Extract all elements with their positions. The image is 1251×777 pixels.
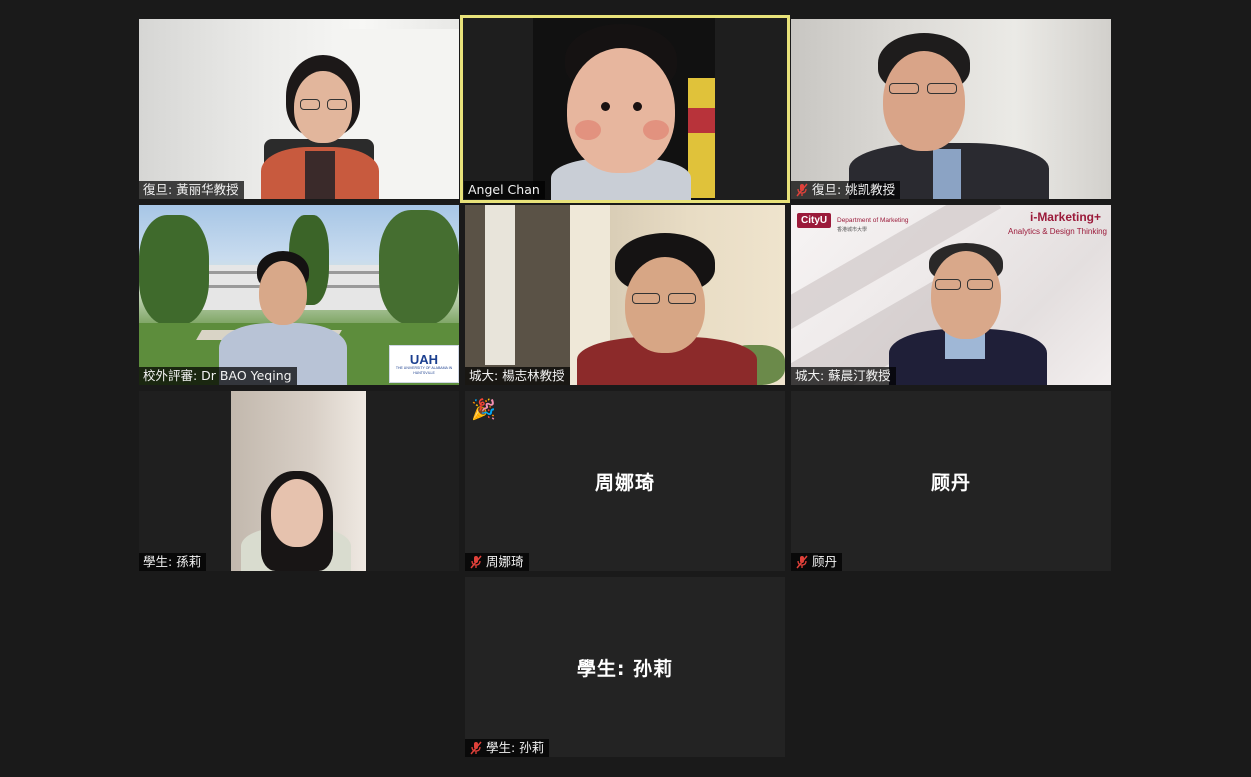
cityu-logo: CityU	[797, 213, 832, 228]
muted-mic-icon	[470, 555, 482, 569]
participant-display-name: 學生: 孙莉	[576, 657, 674, 680]
participant-tile-7[interactable]: 學生: 孫莉	[139, 391, 459, 571]
participant-name-label: 顾丹	[791, 553, 843, 571]
participant-tile-6[interactable]: CityU Department of Marketing 香港城市大學 i-M…	[791, 205, 1111, 385]
zoom-gallery-view: 復旦: 黃丽华教授 Angel Chan 復旦: 姚凯教授 UAH THE UN…	[0, 0, 1251, 777]
participant-name-label: Angel Chan	[464, 181, 545, 199]
participant-tile-5[interactable]: 城大: 楊志林教授	[465, 205, 785, 385]
imarketing-subtitle: Analytics & Design Thinking	[1007, 227, 1107, 236]
video-feed	[139, 19, 459, 199]
imarketing-title: i-Marketing+	[1029, 210, 1101, 224]
participant-name-label: 城大: 蘇晨汀教授	[791, 367, 896, 385]
participant-name-label: 周娜琦	[465, 553, 529, 571]
video-feed: CityU Department of Marketing 香港城市大學 i-M…	[791, 205, 1111, 385]
participant-tile-4[interactable]: UAH THE UNIVERSITY OF ALABAMA IN HUNTSVI…	[139, 205, 459, 385]
participant-tile-3[interactable]: 復旦: 姚凯教授	[791, 19, 1111, 199]
video-feed	[463, 18, 787, 200]
participant-tile-8[interactable]: 🎉 周娜琦 周娜琦	[465, 391, 785, 571]
participant-tile-9[interactable]: 顾丹 顾丹	[791, 391, 1111, 571]
participant-name-label: 學生: 孙莉	[465, 739, 550, 757]
video-feed	[465, 205, 785, 385]
uah-logo: UAH THE UNIVERSITY OF ALABAMA IN HUNTSVI…	[389, 345, 459, 383]
participant-name-label: 學生: 孫莉	[139, 553, 207, 571]
video-feed: UAH THE UNIVERSITY OF ALABAMA IN HUNTSVI…	[139, 205, 459, 385]
video-feed	[139, 391, 459, 571]
video-feed	[791, 19, 1111, 199]
participant-tile-active-speaker[interactable]: Angel Chan	[460, 15, 790, 203]
participant-display-name: 周娜琦	[594, 471, 655, 494]
participant-display-name: 顾丹	[930, 471, 971, 494]
participant-tile-10[interactable]: 學生: 孙莉 學生: 孙莉	[465, 577, 785, 757]
participant-name-label: 復旦: 姚凯教授	[791, 181, 901, 199]
muted-mic-icon	[796, 183, 808, 197]
participant-tile-1[interactable]: 復旦: 黃丽华教授	[139, 19, 459, 199]
muted-mic-icon	[470, 741, 482, 755]
department-sublabel: 香港城市大學	[837, 227, 868, 233]
participant-name-label: 復旦: 黃丽华教授	[139, 181, 244, 199]
participant-name-label: 城大: 楊志林教授	[465, 367, 570, 385]
participant-name-label: 校外評審: Dr BAO Yeqing	[139, 367, 297, 385]
department-label: Department of Marketing	[837, 217, 909, 224]
muted-mic-icon	[796, 555, 808, 569]
